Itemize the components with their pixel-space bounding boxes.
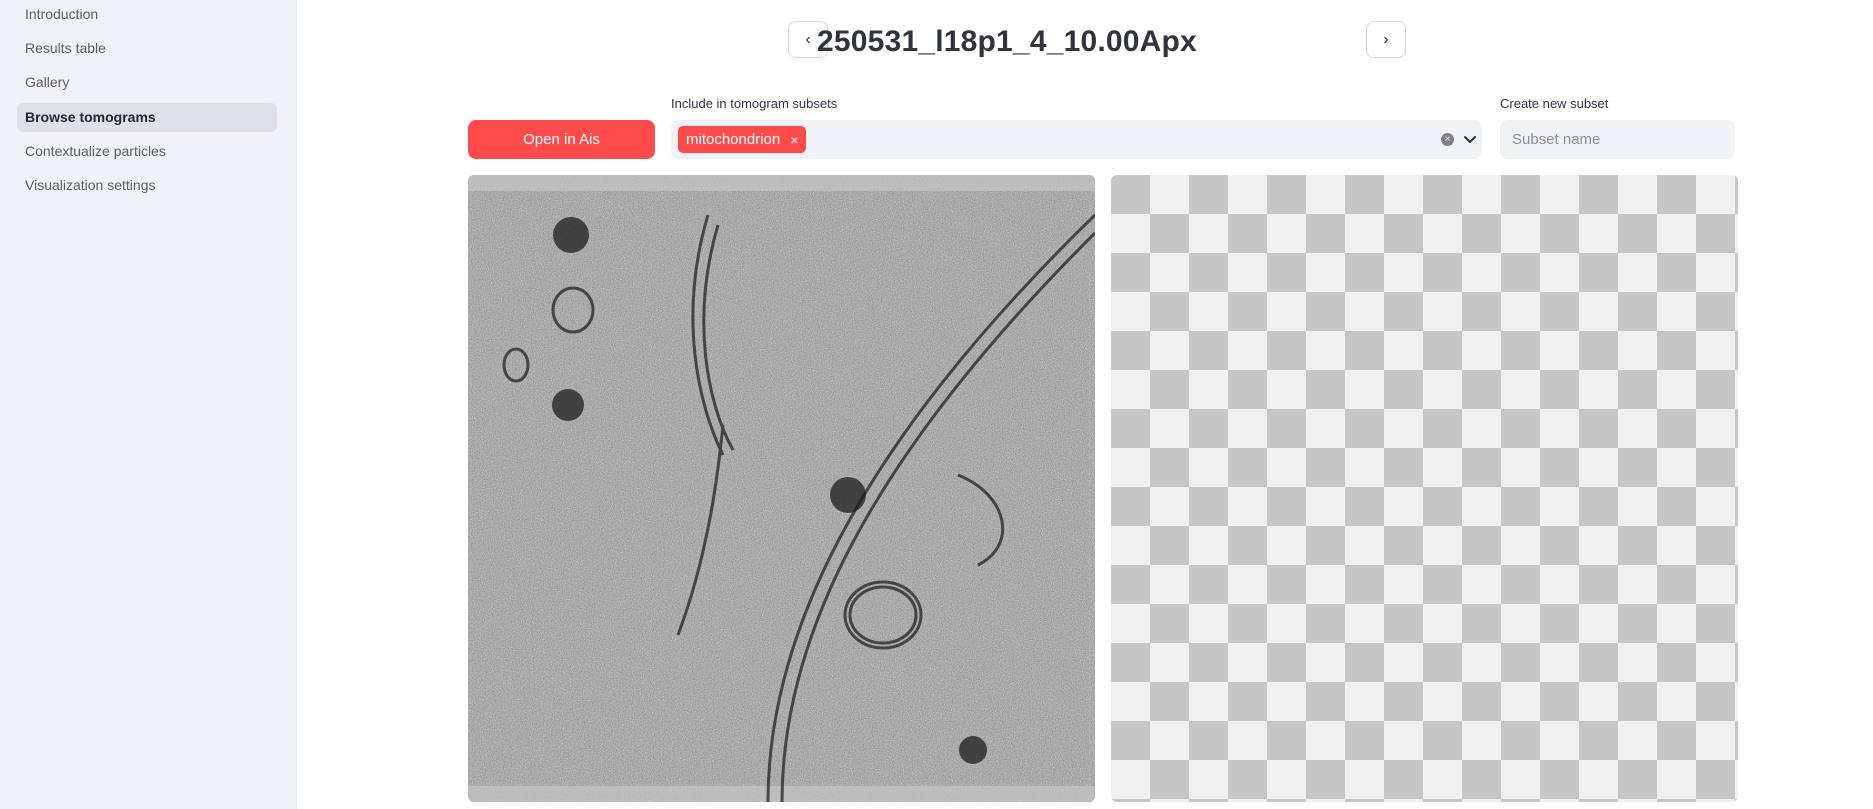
subsets-label: Include in tomogram subsets — [671, 96, 838, 111]
sidebar-item-gallery[interactable]: Gallery — [17, 68, 277, 97]
chevron-down-icon[interactable] — [1461, 130, 1479, 148]
sidebar-item-results-table[interactable]: Results table — [17, 34, 277, 63]
tag-label: mitochondrion — [686, 131, 781, 148]
sidebar-item-visualization-settings[interactable]: Visualization settings — [17, 171, 277, 200]
subset-multiselect[interactable]: mitochondrion × × — [671, 120, 1482, 159]
sidebar-item-contextualize-particles[interactable]: Contextualize particles — [17, 137, 277, 166]
main-content: ‹ 250531_l18p1_4_10.00Apx › Include in t… — [297, 0, 1873, 809]
sidebar: Introduction Results table Gallery Brows… — [0, 0, 297, 809]
chevron-right-icon: › — [1383, 30, 1389, 48]
sidebar-item-browse-tomograms[interactable]: Browse tomograms — [17, 103, 277, 132]
sidebar-item-introduction[interactable]: Introduction — [17, 0, 277, 29]
open-in-ais-button[interactable]: Open in Ais — [468, 120, 655, 159]
overlay-placeholder-image — [1111, 175, 1738, 802]
create-subset-label: Create new subset — [1500, 96, 1609, 111]
subset-tag-mitochondrion: mitochondrion × — [678, 126, 807, 153]
clear-selection-icon[interactable]: × — [1441, 133, 1454, 146]
remove-tag-icon[interactable]: × — [790, 132, 798, 148]
tomogram-image — [468, 175, 1095, 802]
subset-name-input[interactable] — [1500, 120, 1735, 159]
page-title: 250531_l18p1_4_10.00Apx — [817, 25, 1197, 58]
next-tomogram-button[interactable]: › — [1366, 21, 1406, 58]
